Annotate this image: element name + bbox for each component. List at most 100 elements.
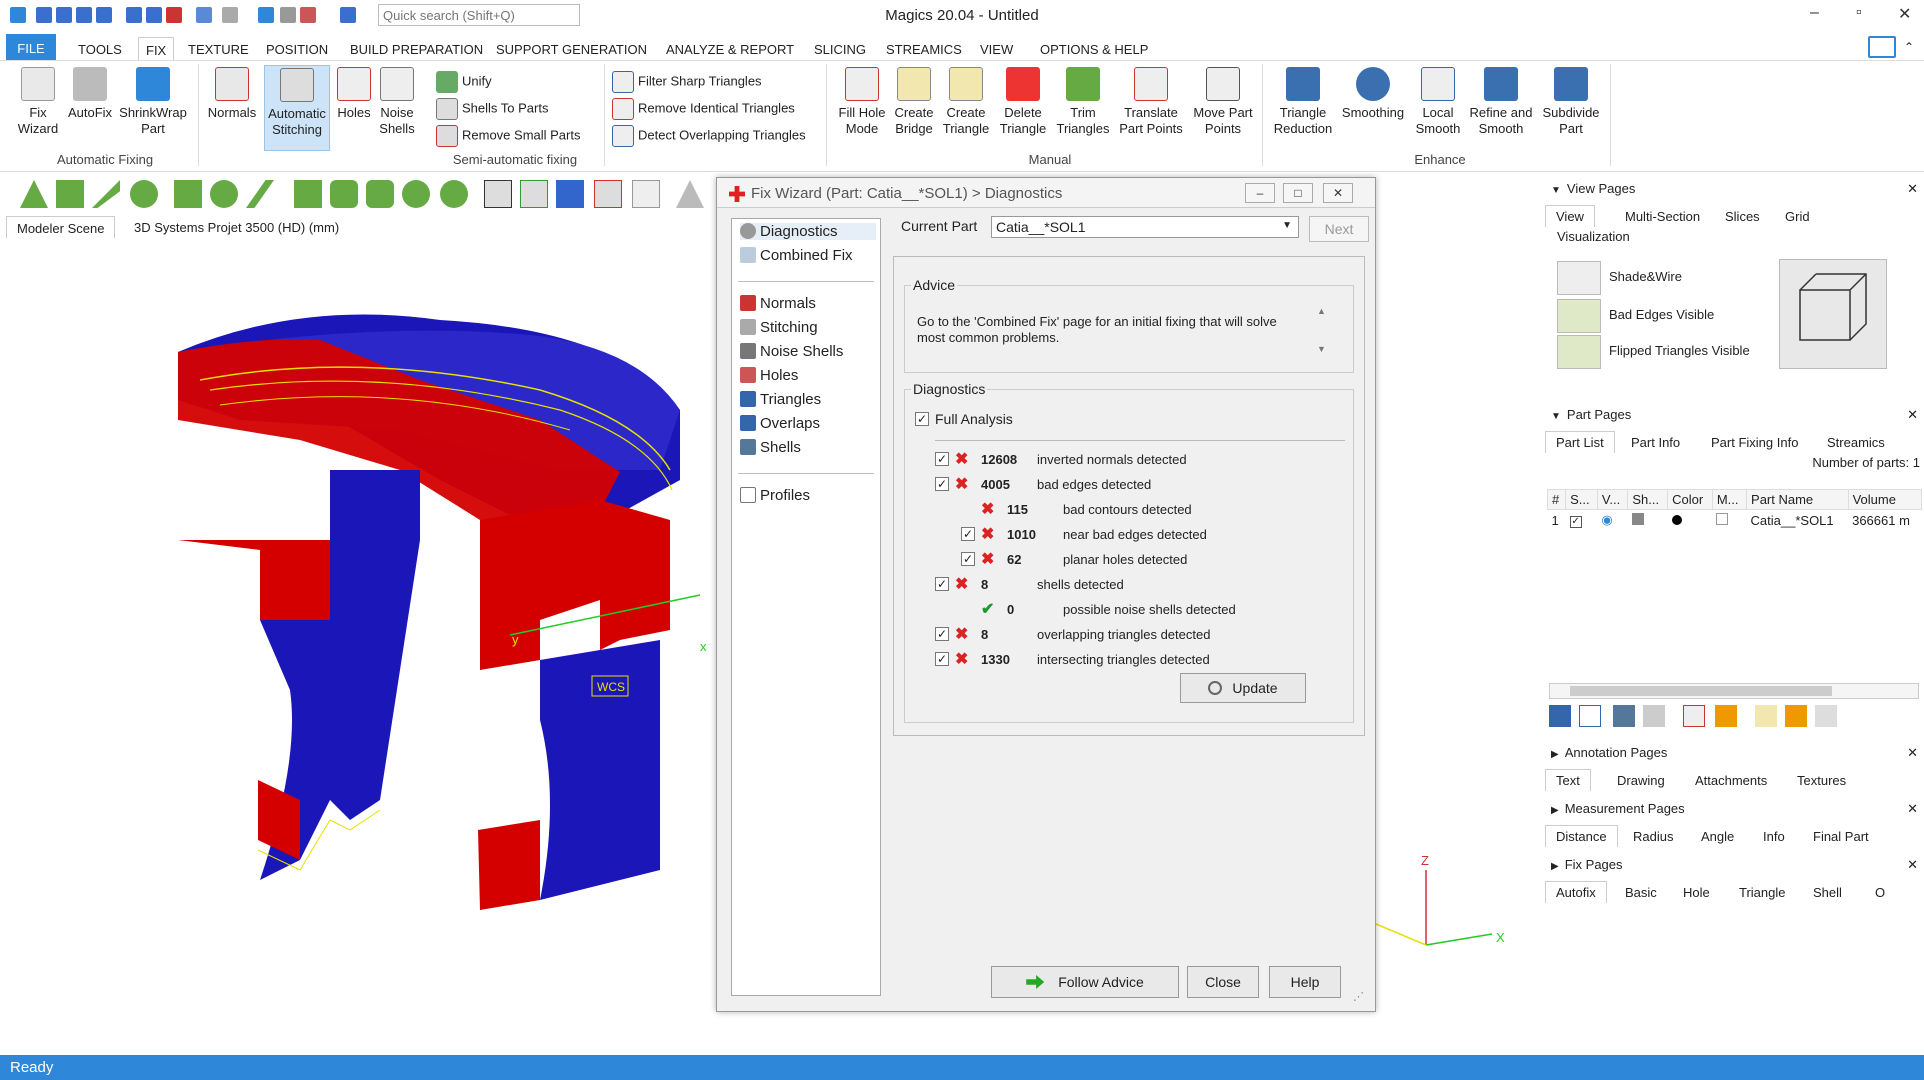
scroll-thumb[interactable]: [1570, 686, 1832, 696]
tab-triangle[interactable]: Triangle: [1739, 885, 1785, 900]
menu-analyze-report[interactable]: ANALYZE & REPORT: [666, 42, 794, 57]
shade-wire-icon[interactable]: [1557, 261, 1601, 295]
grow-mark-icon[interactable]: [440, 180, 468, 208]
tab-text[interactable]: Text: [1545, 769, 1591, 791]
smoothing-button[interactable]: Smoothing: [1340, 67, 1406, 121]
table-row[interactable]: 1 ✓ ◉ Catia__*SOL1 366661 m: [1548, 510, 1922, 531]
flood-mark-icon[interactable]: [402, 180, 430, 208]
diagnostic-checkbox[interactable]: ✓: [935, 627, 949, 641]
view-cube-icon[interactable]: [1779, 259, 1887, 369]
tab-info[interactable]: Info: [1763, 829, 1785, 844]
horizontal-scrollbar[interactable]: [1549, 683, 1919, 699]
col-m[interactable]: M...: [1711, 489, 1748, 510]
part-pages-header[interactable]: ▼ Part Pages ✕: [1545, 407, 1924, 429]
dialog-minimize-button[interactable]: –: [1245, 183, 1275, 203]
restore-button[interactable]: ▫: [1856, 4, 1862, 22]
update-button[interactable]: Update: [1180, 673, 1306, 703]
view-pages-header[interactable]: ▼ View Pages ✕: [1545, 181, 1924, 203]
menu-options-help[interactable]: OPTIONS & HELP: [1040, 42, 1148, 57]
unify-button[interactable]: Unify: [436, 71, 492, 93]
nav-normals[interactable]: Normals: [740, 295, 816, 312]
refine-and-smooth-button[interactable]: Refine and Smooth: [1468, 67, 1534, 137]
color-swatch[interactable]: [1671, 514, 1682, 525]
diagnostic-checkbox[interactable]: ✓: [935, 577, 949, 591]
box-mark-icon[interactable]: [174, 180, 202, 208]
tab-attachments[interactable]: Attachments: [1695, 773, 1767, 788]
mark-all-icon[interactable]: [556, 180, 584, 208]
menu-slicing[interactable]: SLICING: [814, 42, 866, 57]
curve-mark-icon[interactable]: [210, 180, 238, 208]
tab-multi-section[interactable]: Multi-Section: [1625, 209, 1700, 224]
nav-profiles[interactable]: Profiles: [740, 487, 810, 504]
flipped-triangles-icon[interactable]: [1557, 335, 1601, 369]
tab-basic[interactable]: Basic: [1625, 885, 1657, 900]
create-triangle-button[interactable]: Create Triangle: [940, 67, 992, 137]
panel-close-icon[interactable]: ✕: [1907, 407, 1918, 423]
shell-mark-icon[interactable]: [130, 180, 158, 208]
menu-texture[interactable]: TEXTURE: [188, 42, 249, 57]
close-button[interactable]: Close: [1187, 966, 1259, 998]
line-mark-icon[interactable]: [246, 180, 274, 208]
holes-button[interactable]: Holes: [334, 67, 374, 121]
tab-slices[interactable]: Slices: [1725, 209, 1760, 224]
panel-close-icon[interactable]: ✕: [1907, 801, 1918, 817]
menu-file[interactable]: FILE: [6, 34, 56, 60]
mark-tool-icon[interactable]: [676, 180, 704, 208]
nav-diagnostics[interactable]: Diagnostics: [740, 223, 876, 240]
panel-close-icon[interactable]: ✕: [1907, 857, 1918, 873]
delete-triangle-button[interactable]: Delete Triangle: [996, 67, 1050, 137]
tab-part-list[interactable]: Part List: [1545, 431, 1615, 453]
dialog-title-bar[interactable]: Fix Wizard (Part: Catia__*SOL1) > Diagno…: [717, 178, 1375, 208]
local-smooth-button[interactable]: Local Smooth: [1410, 67, 1466, 137]
remove-small-parts-button[interactable]: Remove Small Parts: [436, 125, 580, 147]
minimize-button[interactable]: –: [1810, 4, 1819, 22]
tab-textures[interactable]: Textures: [1797, 773, 1846, 788]
diagnostic-checkbox[interactable]: ✓: [961, 552, 975, 566]
brush-mark-icon[interactable]: [330, 180, 358, 208]
menu-tools[interactable]: TOOLS: [78, 42, 122, 57]
col-visible[interactable]: V...: [1596, 489, 1629, 510]
filter-sharp-triangles-button[interactable]: Filter Sharp Triangles: [612, 71, 762, 93]
col-num[interactable]: #: [1546, 489, 1567, 510]
detect-overlapping-triangles-button[interactable]: Detect Overlapping Triangles: [612, 125, 806, 147]
tab-radius[interactable]: Radius: [1633, 829, 1673, 844]
remove-part-icon[interactable]: [1683, 705, 1705, 727]
window-mark-icon[interactable]: [294, 180, 322, 208]
duplicate-part-icon[interactable]: [1613, 705, 1635, 727]
menu-view[interactable]: VIEW: [980, 42, 1013, 57]
measurement-pages-header[interactable]: ▶ Measurement Pages ✕: [1545, 801, 1924, 823]
menu-position[interactable]: POSITION: [266, 42, 328, 57]
tab-angle[interactable]: Angle: [1701, 829, 1734, 844]
automatic-stitching-button[interactable]: Automatic Stitching: [264, 65, 330, 151]
scroll-down-icon[interactable]: ▼: [1317, 344, 1326, 354]
merge-parts-icon[interactable]: [1643, 705, 1665, 727]
mark-shell-icon[interactable]: [520, 180, 548, 208]
diagnostic-checkbox[interactable]: ✓: [935, 477, 949, 491]
normals-button[interactable]: Normals: [206, 67, 258, 121]
subdivide-part-button[interactable]: Subdivide Part: [1538, 67, 1604, 137]
unmark-icon[interactable]: [594, 180, 622, 208]
remove-identical-triangles-button[interactable]: Remove Identical Triangles: [612, 98, 795, 120]
triangle-mark-icon[interactable]: [20, 180, 48, 208]
selected-checkbox[interactable]: ✓: [1569, 516, 1582, 528]
diagnostic-checkbox[interactable]: ✓: [961, 527, 975, 541]
full-analysis-checkbox[interactable]: ✓: [915, 412, 929, 426]
noise-shells-button[interactable]: Noise Shells: [376, 67, 418, 137]
nav-triangles[interactable]: Triangles: [740, 391, 821, 408]
shells-to-parts-button[interactable]: Shells To Parts: [436, 98, 548, 120]
nav-stitching[interactable]: Stitching: [740, 319, 818, 336]
nav-noise-shells[interactable]: Noise Shells: [740, 343, 843, 360]
tab-shell[interactable]: Shell: [1813, 885, 1842, 900]
tab-hole[interactable]: Hole: [1683, 885, 1710, 900]
panel-close-icon[interactable]: ✕: [1907, 745, 1918, 761]
dialog-close-button[interactable]: ✕: [1323, 183, 1353, 203]
shrinkwrap-part-button[interactable]: ShrinkWrap Part: [118, 67, 188, 137]
fix-wizard-button[interactable]: Fix Wizard: [14, 67, 62, 137]
tab-view[interactable]: View: [1545, 205, 1595, 227]
tab-drawing[interactable]: Drawing: [1617, 773, 1665, 788]
fill-hole-mode-button[interactable]: Fill Hole Mode: [834, 67, 890, 137]
diagnostic-checkbox[interactable]: ✓: [935, 652, 949, 666]
current-part-select[interactable]: Catia__*SOL1 ▼: [991, 216, 1299, 238]
nav-holes[interactable]: Holes: [740, 367, 798, 384]
help-button[interactable]: Help: [1269, 966, 1341, 998]
